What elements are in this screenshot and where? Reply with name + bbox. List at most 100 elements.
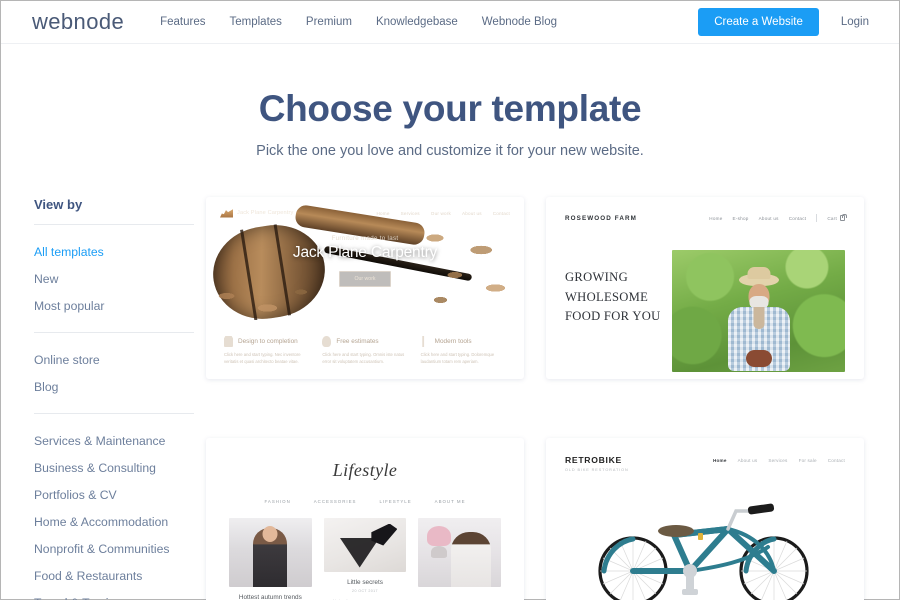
nav-separator: [816, 214, 818, 222]
carpentry-nav-home: Home: [376, 210, 390, 216]
page-title: Choose your template: [258, 88, 642, 129]
rosewood-topbar: ROSEWOOD FARM Home E-shop About us Conta…: [565, 214, 847, 222]
post-image: [229, 517, 312, 587]
sidebar-item-business-consulting[interactable]: Business & Consulting: [34, 454, 195, 481]
retrobike-nav-services: Services: [768, 457, 788, 463]
blog-post: Hottest autumn trends 25 OCT 2017 This i…: [229, 517, 312, 600]
retrobike-tagline: OLD BIKE RESTORATION: [565, 467, 629, 472]
rosewood-nav-contact: Contact: [788, 215, 807, 221]
carpentry-cta-button: Our work: [339, 271, 391, 287]
rosewood-nav: Home E-shop About us Contact Cart: [709, 214, 847, 222]
shopping-bag-icon: [840, 214, 847, 221]
sidebar-group-categories: Services & Maintenance Business & Consul…: [34, 427, 195, 600]
post-date: 20 OCT 2017: [352, 588, 378, 593]
create-a-website-button[interactable]: Create a Website: [698, 8, 819, 36]
template-thumbnail: ROSEWOOD FARM Home E-shop About us Conta…: [551, 202, 859, 379]
sidebar-item-travel-tourism[interactable]: Travel & Tourism: [34, 589, 195, 600]
sidebar-divider: [34, 332, 194, 333]
retrobike-nav-about-us: About us: [737, 457, 758, 463]
nav-item-premium[interactable]: Premium: [306, 16, 352, 28]
nav-item-webnode-blog[interactable]: Webnode Blog: [482, 16, 557, 28]
lifestyle-nav-about-me: ABOUT ME: [434, 498, 466, 504]
template-card-rosewood-farm[interactable]: ROSEWOOD FARM Home E-shop About us Conta…: [546, 197, 864, 379]
sidebar-item-home-accommodation[interactable]: Home & Accommodation: [34, 508, 195, 535]
sidebar-item-blog[interactable]: Blog: [34, 373, 195, 400]
rosewood-nav-home: Home: [709, 215, 723, 221]
carpentry-hero: Jack Plane Carpentry Home Services Our w…: [211, 202, 519, 320]
carpentry-feature: Free estimates Click here and start typi…: [322, 336, 407, 366]
sidebar-item-portfolios-cv[interactable]: Portfolios & CV: [34, 481, 195, 508]
nav-item-knowledgebase[interactable]: Knowledgebase: [376, 16, 458, 28]
carpentry-feature-text: Click here and start typing. Doloremque …: [420, 352, 495, 364]
template-thumbnail: Lifestyle FASHION ACCESSORIES LIFESTYLE …: [211, 442, 519, 600]
carpentry-nav-contact: Contact: [492, 210, 510, 216]
post-image: [323, 517, 407, 572]
template-card-jack-plane-carpentry[interactable]: Jack Plane Carpentry Home Services Our w…: [206, 197, 524, 379]
retrobike-nav: Home About us Services For sale Contact: [713, 455, 845, 463]
template-card-lifestyle[interactable]: Lifestyle FASHION ACCESSORIES LIFESTYLE …: [206, 437, 524, 600]
template-thumbnail: RETROBIKE OLD BIKE RESTORATION Home Abou…: [551, 442, 859, 600]
farmer-photo: [672, 250, 845, 372]
carpentry-feature-title: Free estimates: [336, 338, 379, 345]
carpentry-topbar: Jack Plane Carpentry Home Services Our w…: [211, 202, 519, 224]
sidebar-item-most-popular[interactable]: Most popular: [34, 292, 195, 319]
post-image: [418, 517, 502, 587]
carpentry-headline: Jack Plane Carpentry: [292, 244, 438, 261]
page-subtitle: Pick the one you love and customize it f…: [256, 143, 644, 159]
webnode-logo[interactable]: webnode: [32, 9, 124, 35]
post-title: Little secrets: [347, 578, 383, 586]
login-link[interactable]: Login: [841, 16, 869, 28]
sidebar-group-general: All templates New Most popular: [34, 238, 195, 319]
sidebar-item-new[interactable]: New: [34, 265, 195, 292]
rosewood-brand: ROSEWOOD FARM: [565, 214, 638, 222]
carpentry-logo: Jack Plane Carpentry: [220, 209, 293, 218]
sidebar-item-nonprofit-communities[interactable]: Nonprofit & Communities: [34, 535, 195, 562]
carpentry-feature: Modern tools Click here and start typing…: [421, 336, 506, 366]
carpentry-nav-about-us: About us: [462, 210, 482, 216]
template-card-retrobike[interactable]: RETROBIKE OLD BIKE RESTORATION Home Abou…: [546, 437, 864, 600]
rosewood-preview: ROSEWOOD FARM Home E-shop About us Conta…: [551, 202, 859, 379]
bicycle-illustration: [573, 489, 843, 600]
retrobike-nav-home: Home: [713, 457, 727, 463]
rosewood-nav-about-us: About us: [758, 215, 779, 221]
blog-post: [418, 517, 502, 600]
carpentry-nav: Home Services Our work About us Contact: [377, 211, 510, 216]
sidebar-item-food-restaurants[interactable]: Food & Restaurants: [34, 562, 195, 589]
filter-sidebar: View by All templates New Most popular O…: [34, 197, 195, 600]
carpentry-feature: Design to completion Click here and star…: [224, 336, 309, 366]
rosewood-nav-eshop: E-shop: [732, 215, 749, 221]
farmer-illustration: [724, 274, 794, 372]
sidebar-item-online-store[interactable]: Online store: [34, 346, 195, 373]
carpentry-feature-title: Modern tools: [434, 338, 472, 345]
retrobike-brand: RETROBIKE: [565, 454, 622, 465]
retrobike-topbar: RETROBIKE OLD BIKE RESTORATION Home Abou…: [565, 455, 845, 472]
blog-post: Little secrets 20 OCT 2017 This is where…: [323, 517, 407, 600]
sidebar-group-type: Online store Blog: [34, 346, 195, 400]
carpentry-feature-text: Click here and start typing. Omnis iste …: [322, 352, 405, 364]
rosewood-body: GROWING WHOLESOME FOOD FOR YOU: [565, 250, 845, 372]
sidebar-item-all-templates[interactable]: All templates: [34, 238, 195, 265]
sidebar-divider: [34, 224, 194, 225]
tools-icon: [422, 336, 425, 347]
retrobike-preview: RETROBIKE OLD BIKE RESTORATION Home Abou…: [551, 442, 859, 600]
retrobike-nav-for-sale: For sale: [798, 457, 817, 463]
lifestyle-nav-fashion: FASHION: [264, 498, 291, 504]
carpentry-feature-title: Design to completion: [238, 338, 298, 345]
retrobike-nav-contact: Contact: [827, 457, 845, 463]
carpentry-features: Design to completion Click here and star…: [211, 320, 519, 366]
lifestyle-posts: Hottest autumn trends 25 OCT 2017 This i…: [211, 504, 519, 600]
sidebar-heading: View by: [34, 197, 83, 212]
post-title: Hottest autumn trends: [238, 593, 302, 600]
carpentry-feature-text: Click here and start typing. Nec invento…: [224, 352, 301, 364]
nav-item-features[interactable]: Features: [160, 16, 205, 28]
sidebar-item-services-maintenance[interactable]: Services & Maintenance: [34, 427, 195, 454]
carpentry-tagline: Furniture made to last: [331, 235, 399, 242]
lifestyle-brand: Lifestyle: [332, 459, 398, 480]
carpentry-nav-services: Services: [400, 210, 420, 216]
lightbulb-icon: [322, 336, 332, 347]
carpentry-preview: Jack Plane Carpentry Home Services Our w…: [211, 202, 519, 379]
nav-item-templates[interactable]: Templates: [230, 16, 282, 28]
template-grid: Jack Plane Carpentry Home Services Our w…: [195, 197, 899, 600]
main-navigation: Features Templates Premium Knowledgebase…: [160, 16, 557, 28]
sidebar-divider: [34, 413, 194, 414]
